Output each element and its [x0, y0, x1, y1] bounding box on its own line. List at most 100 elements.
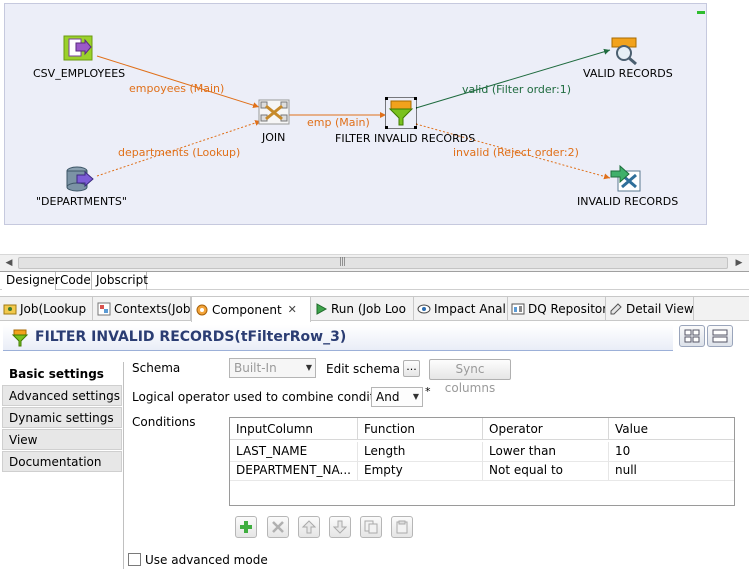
logical-operator-value: And: [376, 390, 400, 404]
move-down-button[interactable]: [329, 516, 351, 538]
node-label-csv-employees: CSV_EMPLOYEES: [33, 67, 126, 80]
settings-nav: Basic settings Advanced settings Dynamic…: [0, 362, 124, 569]
tab-label: Detail View: [626, 302, 694, 316]
link-label-departments-lookup: departments (Lookup): [118, 146, 241, 159]
move-up-button[interactable]: [298, 516, 320, 538]
link-label-invalid-reject: invalid (Reject order:2): [453, 146, 579, 159]
cell-value[interactable]: null: [609, 461, 734, 480]
link-valid-filter[interactable]: [415, 48, 611, 109]
close-icon[interactable]: ✕: [288, 303, 297, 316]
nav-basic-settings[interactable]: Basic settings: [2, 363, 122, 384]
nav-documentation[interactable]: Documentation: [2, 451, 122, 472]
delete-icon: [272, 521, 284, 533]
horizontal-scrollbar[interactable]: ◀ ||| ▶: [0, 254, 749, 271]
cell-function[interactable]: Empty: [358, 461, 483, 480]
cell-operator[interactable]: Lower than: [483, 442, 609, 461]
impact-icon: [417, 302, 431, 316]
nav-advanced-settings[interactable]: Advanced settings: [2, 385, 122, 406]
paste-icon: [396, 520, 408, 534]
tab-component[interactable]: Component ✕: [191, 297, 311, 322]
tab-label: Component: [212, 302, 282, 317]
tab-contexts[interactable]: Contexts(Job: [94, 297, 191, 321]
conditions-label: Conditions: [132, 415, 196, 429]
schema-select[interactable]: Built-In ▼: [229, 358, 316, 378]
node-label-filter: FILTER INVALID RECORDS: [335, 132, 476, 145]
logical-operator-select[interactable]: And ▼: [371, 387, 423, 407]
link-label-valid-filter: valid (Filter order:1): [462, 83, 572, 96]
paste-button[interactable]: [391, 516, 413, 538]
use-advanced-mode-checkbox[interactable]: [128, 553, 141, 566]
column-header-function[interactable]: Function: [358, 418, 483, 440]
schema-select-value: Built-In: [234, 361, 277, 375]
plus-icon: [240, 521, 252, 533]
job-icon: [3, 302, 17, 316]
tab-designer[interactable]: Designer: [2, 272, 60, 290]
csv-input-icon[interactable]: [63, 35, 95, 63]
conditions-table[interactable]: InputColumn Function Operator Value LAST…: [229, 417, 735, 506]
tab-code[interactable]: Code: [56, 272, 92, 290]
sync-columns-button[interactable]: Sync columns: [429, 359, 511, 395]
link-label-employees-main: empoyees (Main): [129, 82, 225, 95]
tab-detail-view[interactable]: Detail View: [606, 297, 694, 321]
tab-label: Run (Job Loo: [331, 302, 406, 316]
copy-button[interactable]: [360, 516, 382, 538]
edit-schema-button[interactable]: ...: [403, 360, 420, 377]
tab-job[interactable]: Job(Lookup: [0, 297, 93, 321]
cell-input-column[interactable]: DEPARTMENT_NA...: [230, 461, 358, 480]
row-divider: [230, 480, 734, 481]
scrollbar-grip-icon: |||: [339, 257, 346, 267]
node-label-valid: VALID RECORDS: [583, 67, 673, 80]
node-label-invalid: INVALID RECORDS: [577, 195, 679, 208]
canvas-links: [96, 48, 611, 180]
column-header-value[interactable]: Value: [609, 418, 734, 440]
nav-divider: [123, 362, 124, 569]
cell-operator[interactable]: Not equal to: [483, 461, 609, 480]
component-header: FILTER INVALID RECORDS(tFilterRow_3): [0, 322, 749, 354]
scrollbar-thumb[interactable]: [18, 257, 728, 269]
filter-icon[interactable]: [385, 97, 417, 129]
layout-grid-button[interactable]: [679, 325, 705, 347]
nav-dynamic-settings[interactable]: Dynamic settings: [2, 407, 122, 428]
remove-row-button[interactable]: [267, 516, 289, 538]
arrow-down-icon: [333, 520, 347, 534]
layout-list-button[interactable]: [707, 325, 733, 347]
column-header-input-column[interactable]: InputColumn: [230, 418, 358, 440]
designer-panel: CSV_EMPLOYEES "DEPARTMENTS" JOIN FILTER …: [0, 0, 749, 272]
join-icon[interactable]: [258, 99, 290, 127]
grid-icon: [684, 329, 700, 343]
chevron-down-icon: ▼: [412, 392, 419, 401]
arrow-up-icon: [302, 520, 316, 534]
tab-label: DQ Repositor: [528, 302, 606, 316]
scroll-right-icon[interactable]: ▶: [731, 256, 747, 270]
schema-label: Schema: [132, 361, 181, 375]
component-icon: [195, 303, 209, 317]
run-icon: [314, 302, 328, 316]
list-icon: [712, 329, 728, 343]
contexts-icon: [97, 302, 111, 316]
tab-run[interactable]: Run (Job Loo: [311, 297, 414, 321]
nav-view[interactable]: View: [2, 429, 122, 450]
filter-icon: [11, 329, 29, 350]
dq-repository-icon: [511, 302, 525, 316]
tab-jobscript[interactable]: Jobscript: [92, 272, 148, 290]
cell-input-column[interactable]: LAST_NAME: [230, 442, 358, 461]
required-mark: *: [425, 385, 431, 398]
tab-dq-repository[interactable]: DQ Repositor: [508, 297, 606, 321]
cell-value[interactable]: 10: [609, 442, 734, 461]
db-input-icon[interactable]: [65, 166, 97, 194]
job-canvas[interactable]: CSV_EMPLOYEES "DEPARTMENTS" JOIN FILTER …: [4, 3, 707, 225]
tab-label: Contexts(Job: [114, 302, 191, 316]
add-row-button[interactable]: [235, 516, 257, 538]
copy-icon: [364, 520, 378, 534]
editor-tabs: Designer Code Jobscript: [0, 272, 749, 290]
valid-output-icon[interactable]: [610, 36, 642, 66]
scroll-left-icon[interactable]: ◀: [1, 256, 17, 270]
cell-function[interactable]: Length: [358, 442, 483, 461]
chevron-down-icon: ▼: [305, 363, 312, 372]
column-header-operator[interactable]: Operator: [483, 418, 609, 440]
tab-impact[interactable]: Impact Anal: [414, 297, 508, 321]
use-advanced-mode-label: Use advanced mode: [145, 553, 268, 567]
tab-label: Job(Lookup: [20, 302, 87, 316]
logical-operator-label: Logical operator used to combine conditi…: [132, 390, 399, 404]
invalid-output-icon[interactable]: [610, 163, 642, 193]
